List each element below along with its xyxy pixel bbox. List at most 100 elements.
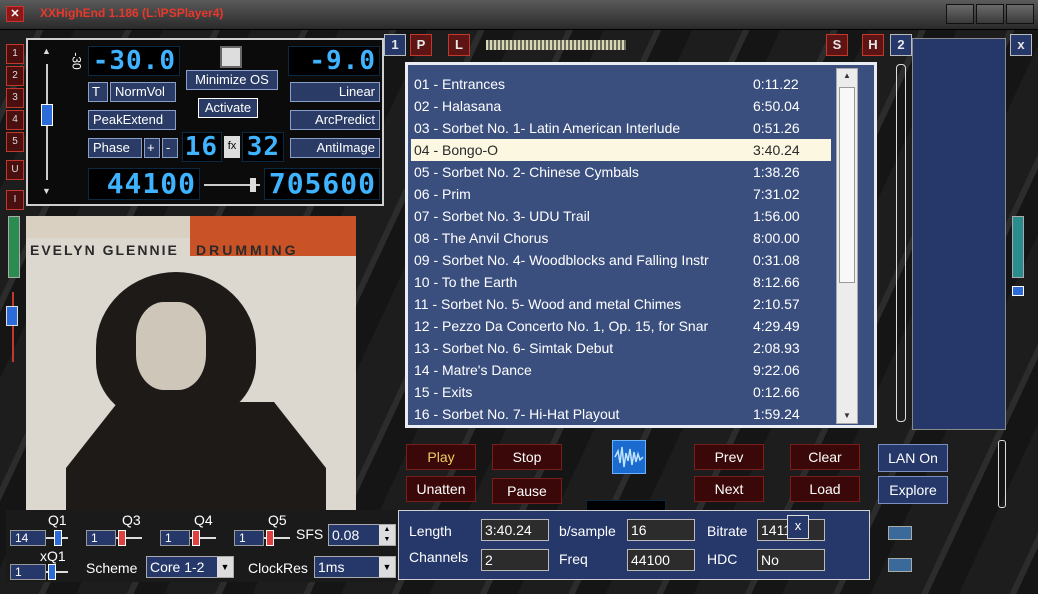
image-icon[interactable] (888, 558, 912, 572)
channels-label: Channels (409, 549, 469, 565)
playlist-track-row[interactable]: 16 - Sorbet No. 7- Hi-Hat Playout 1:59.24 (411, 403, 831, 425)
linear-button[interactable]: Linear (290, 82, 380, 102)
side-button-3[interactable]: 3 (6, 88, 24, 108)
playlist-track-row[interactable]: 12 - Pezzo Da Concerto No. 1, Op. 15, fo… (411, 315, 831, 337)
q1-slider[interactable] (54, 530, 62, 546)
track-time: 4:29.49 (753, 318, 800, 334)
minimize-os-icon[interactable] (220, 46, 242, 68)
xq1-label: xQ1 (40, 548, 66, 564)
panel-1-button[interactable]: 1 (384, 34, 406, 56)
side-scrollbar[interactable] (896, 64, 906, 422)
scroll-down-arrow-icon[interactable]: ▼ (843, 411, 851, 420)
side-button-u[interactable]: U (6, 160, 24, 180)
next-button[interactable]: Next (694, 476, 764, 502)
sfs-input[interactable]: 0.08 ▲ ▼ (328, 524, 396, 546)
side-button-5[interactable]: 5 (6, 132, 24, 152)
playlist-track-row[interactable]: 05 - Sorbet No. 2- Chinese Cymbals 1:38.2… (411, 161, 831, 183)
activate-button[interactable]: Activate (198, 98, 258, 118)
pause-button[interactable]: Pause (492, 478, 562, 504)
q3-value[interactable]: 1 (86, 530, 116, 546)
scroll-thumb[interactable] (839, 87, 855, 283)
scroll-up-icon[interactable]: ▲ (42, 46, 51, 56)
right-vertical-slider[interactable] (998, 440, 1006, 508)
q4-slider[interactable] (192, 530, 200, 546)
right-level-indicator[interactable] (1012, 286, 1024, 296)
playlist-track-row[interactable]: 04 - Bongo-O 3:40.24 (411, 139, 831, 161)
chevron-down-icon[interactable]: ▼ (217, 557, 233, 577)
playlist-track-row[interactable]: 07 - Sorbet No. 3- UDU Trail 1:56.00 (411, 205, 831, 227)
stop-button[interactable]: Stop (492, 444, 562, 470)
right-panel (912, 38, 1006, 430)
maximize-icon[interactable] (976, 4, 1004, 24)
load-button[interactable]: Load (790, 476, 860, 502)
xq1-slider[interactable] (48, 564, 56, 580)
playlist-track-row[interactable]: 02 - Halasana 6:50.04 (411, 95, 831, 117)
playlist-track-row[interactable]: 15 - Exits 0:12.66 (411, 381, 831, 403)
left-slider-handle[interactable] (6, 306, 18, 326)
unatten-button[interactable]: Unatten (406, 476, 476, 502)
playlist-track-row[interactable]: 14 - Matre's Dance 9:22.06 (411, 359, 831, 381)
rate-in-lcd: 44100 (88, 168, 200, 200)
playlist-scrollbar[interactable]: ▲ ▼ (836, 68, 858, 424)
t-button[interactable]: T (88, 82, 108, 102)
sfs-spinner-icon[interactable]: ▲ ▼ (379, 525, 395, 545)
prev-button[interactable]: Prev (694, 444, 764, 470)
arcpredict-button[interactable]: ArcPredict (290, 110, 380, 130)
q4-value[interactable]: 1 (160, 530, 190, 546)
playlist-track-row[interactable]: 11 - Sorbet No. 5- Wood and metal Chimes… (411, 293, 831, 315)
track-name: 04 - Bongo-O (414, 142, 499, 158)
q5-slider[interactable] (266, 530, 274, 546)
hdc-value: No (757, 549, 825, 571)
volume-label: -30 (69, 52, 84, 70)
playlist-track-row[interactable]: 09 - Sorbet No. 4- Woodblocks and Fallin… (411, 249, 831, 271)
explore-button[interactable]: Explore (878, 476, 948, 504)
track-name: 14 - Matre's Dance (414, 362, 532, 378)
clockres-select[interactable]: 1ms ▼ (314, 556, 396, 578)
track-name: 12 - Pezzo Da Concerto No. 1, Op. 15, fo… (414, 318, 709, 334)
p-button[interactable]: P (410, 34, 432, 56)
normvol-button[interactable]: NormVol (110, 82, 176, 102)
playlist-track-row[interactable]: 10 - To the Earth 8:12.66 (411, 271, 831, 293)
scheme-select[interactable]: Core 1-2 ▼ (146, 556, 234, 578)
chevron-down-icon[interactable]: ▼ (379, 557, 395, 577)
close-panel-button[interactable]: x (1010, 34, 1032, 56)
track-time: 1:38.26 (753, 164, 800, 180)
play-button[interactable]: Play (406, 444, 476, 470)
info-close-button[interactable]: x (787, 515, 809, 539)
side-button-1[interactable]: 1 (6, 44, 24, 64)
minus-button[interactable]: - (162, 138, 178, 158)
playlist-track-row[interactable]: 06 - Prim 7:31.02 (411, 183, 831, 205)
phase-button[interactable]: Phase (88, 138, 142, 158)
bitrate-label: Bitrate (707, 523, 748, 539)
l-button[interactable]: L (448, 34, 470, 56)
h-button[interactable]: H (862, 34, 884, 56)
q3-slider[interactable] (118, 530, 126, 546)
minimize-icon[interactable] (946, 4, 974, 24)
control-panel: ▲ ▼ -30 -30.0 Minimize OS -9.0 T NormVol… (26, 38, 384, 206)
playlist-track-row[interactable]: 01 - Entrances 0:11.22 (411, 73, 831, 95)
xq1-value[interactable]: 1 (10, 564, 46, 580)
playlist-track-row[interactable]: 03 - Sorbet No. 1- Latin American Interl… (411, 117, 831, 139)
minimize-os-button[interactable]: Minimize OS (186, 70, 278, 90)
playlist-track-row[interactable]: 08 - The Anvil Chorus 8:00.00 (411, 227, 831, 249)
clear-button[interactable]: Clear (790, 444, 860, 470)
playlist-track-row[interactable]: 13 - Sorbet No. 6- Simtak Debut 2:08.93 (411, 337, 831, 359)
fx-button[interactable]: fx (224, 136, 240, 158)
rate-slider-handle[interactable] (250, 178, 256, 192)
s-button[interactable]: S (826, 34, 848, 56)
volume-slider-handle[interactable] (41, 104, 53, 126)
image-icon[interactable] (888, 526, 912, 540)
panel-2-button[interactable]: 2 (890, 34, 912, 56)
q1-value[interactable]: 14 (10, 530, 46, 546)
scroll-down-icon[interactable]: ▼ (42, 186, 51, 196)
q5-value[interactable]: 1 (234, 530, 264, 546)
antiimage-button[interactable]: AntiImage (290, 138, 380, 158)
lan-on-button[interactable]: LAN On (878, 444, 948, 472)
peakextend-button[interactable]: PeakExtend (88, 110, 176, 130)
side-button-4[interactable]: 4 (6, 110, 24, 130)
side-button-2[interactable]: 2 (6, 66, 24, 86)
plus-button[interactable]: + (144, 138, 160, 158)
side-button-i[interactable]: I (6, 190, 24, 210)
scroll-up-arrow-icon[interactable]: ▲ (843, 71, 851, 80)
close-window-icon[interactable] (1006, 4, 1034, 24)
